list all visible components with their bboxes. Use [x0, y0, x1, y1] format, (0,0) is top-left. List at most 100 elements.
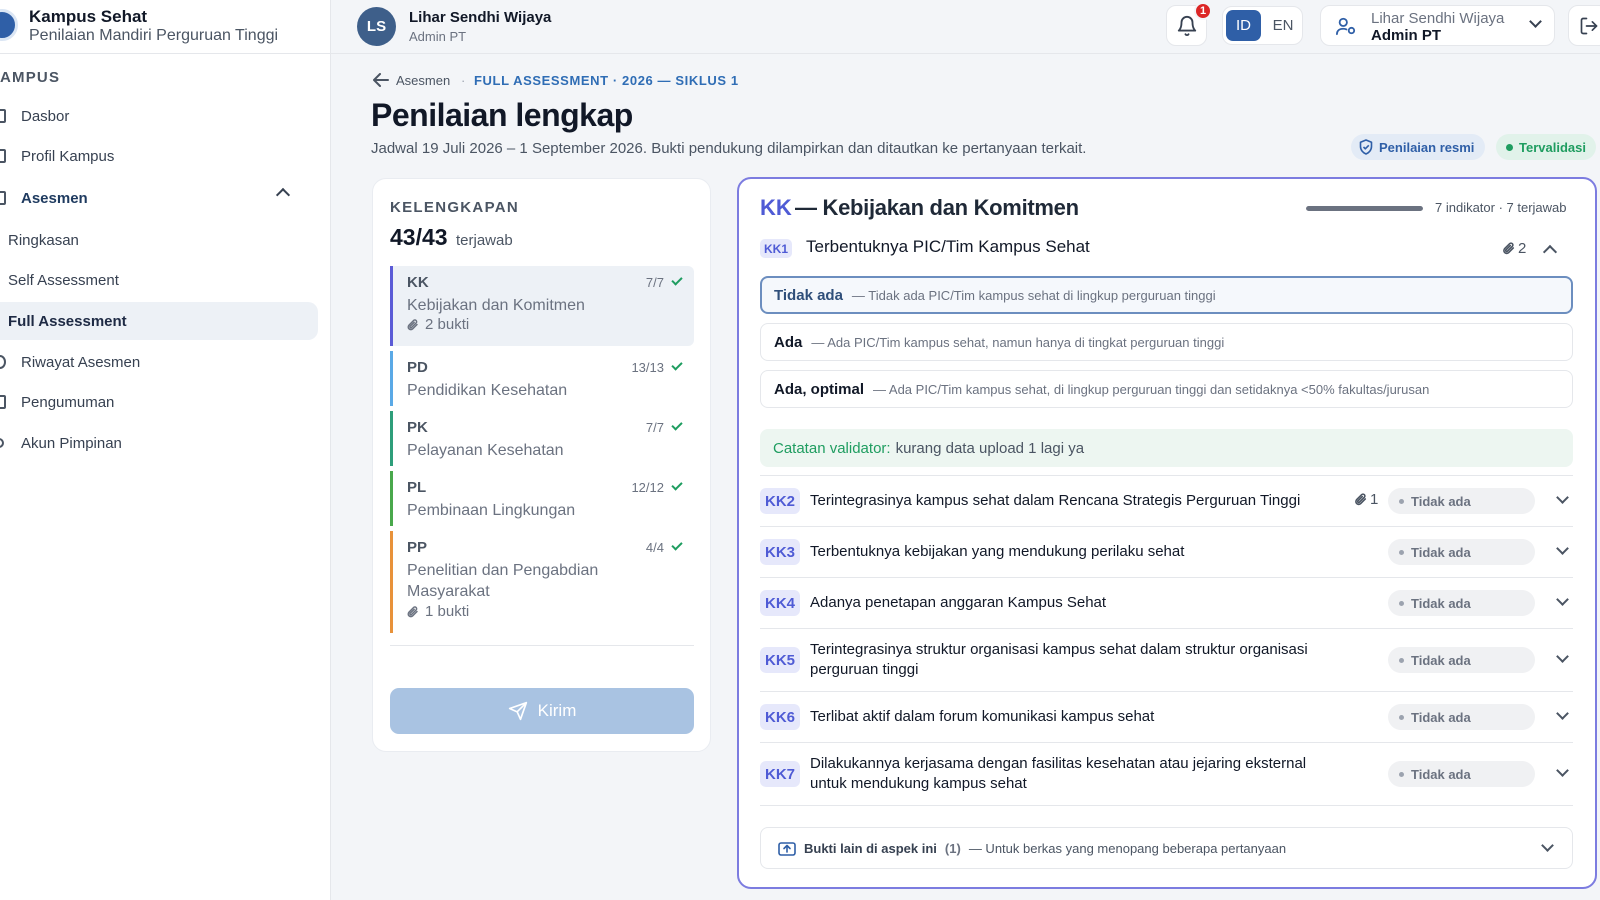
sidebar-item-self-assessment[interactable]: Self Assessment: [0, 261, 318, 299]
indicator-code-badge: KK1: [760, 239, 792, 258]
sidebar-item-asesmen[interactable]: Asesmen: [0, 179, 318, 217]
app-subtitle: Penilaian Mandiri Perguruan Tinggi: [29, 27, 279, 44]
status-badge: Tidak ada: [1388, 761, 1535, 787]
sidebar-item-profil-kampus[interactable]: Profil Kampus: [0, 137, 318, 175]
aspect-name: Pelayanan Kesehatan: [407, 442, 564, 459]
lang-en-button[interactable]: EN: [1267, 10, 1299, 41]
aspect-count: 4/4: [645, 540, 664, 555]
indicator-evidence-count: 2: [1518, 240, 1527, 257]
answer-option-ada[interactable]: Ada — Ada PIC/Tim kampus sehat, namun ha…: [760, 323, 1573, 361]
aspect-item-pk[interactable]: PK Pelayanan Kesehatan 7/7: [390, 411, 694, 466]
official-assessment-badge: Penilaian resmi: [1351, 134, 1486, 160]
breadcrumb-back-link[interactable]: Asesmen: [396, 73, 450, 88]
indicator-evidence-count: 1: [1370, 491, 1379, 508]
campus-logo-icon: [0, 9, 18, 41]
indicator-evidence[interactable]: 1: [1354, 491, 1378, 508]
indicator-code-badge: KK4: [760, 590, 800, 616]
aspect-evidence: 1 bukti: [407, 603, 469, 620]
check-icon: [671, 479, 683, 491]
indicator-row-kk6[interactable]: KK6 Terlibat aktif dalam forum komunikas…: [760, 691, 1573, 742]
aspect-name: Kebijakan dan Komitmen: [407, 297, 585, 314]
chevron-down-icon[interactable]: [1556, 542, 1569, 555]
indicator-title: Adanya penetapan anggaran Kampus Sehat: [810, 594, 1107, 611]
check-icon: [671, 359, 683, 371]
option-label: Ada: [774, 333, 803, 351]
chevron-down-icon[interactable]: [1556, 707, 1569, 720]
indicator-code-badge: KK5: [760, 647, 800, 673]
indicator-row-kk7[interactable]: KK7 Dilakukannya kerjasama dengan fasili…: [760, 742, 1573, 805]
arrow-left-icon[interactable]: [373, 73, 389, 87]
logout-button[interactable]: [1568, 5, 1600, 46]
page-title: Penilaian lengkap: [371, 97, 633, 133]
gear-icon: [0, 438, 4, 448]
indicator-evidence[interactable]: 2: [1502, 240, 1526, 257]
option-description: — Ada PIC/Tim kampus sehat, di lingkup p…: [873, 381, 1430, 397]
user-menu[interactable]: Lihar Sendhi Wijaya Admin PT: [1320, 5, 1555, 46]
sidebar-item-label: Asesmen: [21, 189, 88, 207]
answer-option-ada-optimal[interactable]: Ada, optimal — Ada PIC/Tim kampus sehat,…: [760, 370, 1573, 408]
sidebar-item-full-assessment[interactable]: Full Assessment: [0, 302, 318, 340]
sidebar: Kampus Sehat Penilaian Mandiri Perguruan…: [0, 0, 331, 900]
status-dot-icon: [1399, 549, 1404, 555]
other-evidence-label: Bukti lain di aspek ini: [804, 840, 937, 856]
chevron-down-icon[interactable]: [1556, 650, 1569, 663]
aspect-evidence-label: 1 bukti: [425, 603, 470, 620]
aspect-detail-code: KK: [760, 195, 792, 220]
chevron-down-icon[interactable]: [1556, 491, 1569, 504]
building-icon: [0, 149, 6, 163]
breadcrumb-separator: ·: [461, 73, 466, 88]
clipboard-icon: [0, 191, 6, 205]
aspect-item-kk[interactable]: KK Kebijakan dan Komitmen 7/7 2 bukti: [390, 266, 694, 346]
aspect-code: PD: [407, 359, 428, 376]
sidebar-item-riwayat-asesmen[interactable]: Riwayat Asesmen: [0, 343, 318, 381]
sidebar-item-akun-pimpinan[interactable]: Akun Pimpinan: [0, 424, 318, 462]
chevron-down-icon[interactable]: [1556, 593, 1569, 606]
sidebar-item-dasbor[interactable]: Dasbor: [0, 97, 318, 135]
validator-note-text: kurang data upload 1 lagi ya: [895, 439, 1085, 457]
lang-id-button[interactable]: ID: [1226, 10, 1261, 41]
submit-button[interactable]: Kirim: [390, 688, 694, 734]
send-icon: [508, 701, 527, 721]
notification-badge: 1: [1194, 2, 1212, 20]
sidebar-item-ringkasan[interactable]: Ringkasan: [0, 221, 318, 259]
aspect-item-pd[interactable]: PD Pendidikan Kesehatan 13/13: [390, 351, 694, 406]
chevron-down-icon[interactable]: [1556, 764, 1569, 777]
other-evidence-panel[interactable]: Bukti lain di aspek ini (1) — Untuk berk…: [760, 827, 1573, 869]
indicator-row-kk2[interactable]: KK2 Terintegrasinya kampus sehat dalam R…: [760, 475, 1573, 526]
nav-section-label: AMPUS: [0, 69, 61, 86]
status-badge-label: Tidak ada: [1411, 766, 1471, 782]
aspect-name: Penelitian dan Pengabdian Masyarakat: [407, 562, 599, 600]
topbar: LS Lihar Sendhi Wijaya Admin PT 1 ID EN …: [331, 0, 1600, 54]
status-badge: Tidak ada: [1388, 590, 1535, 616]
indicator-row-kk4[interactable]: KK4 Adanya penetapan anggaran Kampus Seh…: [760, 577, 1573, 628]
status-dot-icon: [1399, 498, 1404, 504]
sidebar-item-label: Self Assessment: [8, 271, 119, 289]
notifications-button[interactable]: 1: [1166, 2, 1212, 46]
logout-icon: [1580, 17, 1597, 34]
indicator-title: Terbentuknya kebijakan yang mendukung pe…: [810, 543, 1185, 560]
status-dot-icon: [1506, 143, 1513, 151]
aspect-progress-text: 7 indikator · 7 terjawab: [1435, 200, 1567, 215]
indicator-row-kk5[interactable]: KK5 Terintegrasinya struktur organisasi …: [760, 628, 1573, 691]
status-badge-label: Tidak ada: [1411, 652, 1471, 668]
aspect-evidence-label: 2 bukti: [425, 316, 470, 333]
chevron-up-icon[interactable]: [1542, 244, 1558, 260]
sidebar-item-pengumuman[interactable]: Pengumuman: [0, 383, 318, 421]
option-description: — Tidak ada PIC/Tim kampus sehat di ling…: [851, 287, 1216, 303]
indicator-row-kk3[interactable]: KK3 Terbentuknya kebijakan yang mendukun…: [760, 526, 1573, 577]
sidebar-item-label: Riwayat Asesmen: [21, 353, 141, 371]
option-label: Tidak ada: [774, 286, 843, 304]
completeness-label: KELENGKAPAN: [390, 199, 520, 216]
option-label: Ada, optimal: [774, 380, 865, 398]
brand: Kampus Sehat Penilaian Mandiri Perguruan…: [0, 0, 330, 54]
aspect-item-pl[interactable]: PL Pembinaan Lingkungan 12/12: [390, 471, 694, 526]
status-dot-icon: [1399, 657, 1404, 663]
user-role: Admin PT: [409, 29, 467, 44]
upload-icon: [778, 842, 796, 856]
indicator-code-badge: KK2: [760, 488, 800, 514]
chevron-down-icon: [1529, 15, 1542, 28]
completeness-count: 43/43: [390, 224, 448, 250]
aspect-item-pp[interactable]: PP Penelitian dan Pengabdian Masyarakat …: [390, 531, 694, 633]
history-icon: [0, 355, 6, 369]
answer-option-tidak-ada[interactable]: Tidak ada — Tidak ada PIC/Tim kampus seh…: [760, 276, 1573, 314]
